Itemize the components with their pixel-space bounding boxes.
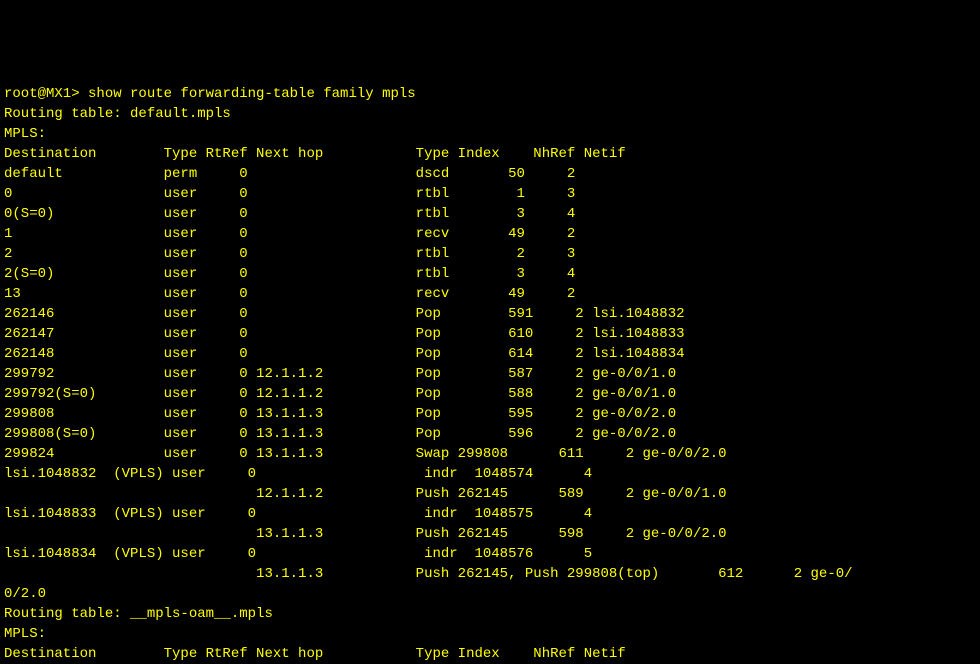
- row: 2 user 0 rtbl 2 3: [4, 246, 575, 262]
- proto-1: MPLS:: [4, 126, 46, 142]
- proto-2: MPLS:: [4, 626, 46, 642]
- row: 299792 user 0 12.1.1.2 Pop 587 2 ge-0/0/…: [4, 366, 676, 382]
- row: 2(S=0) user 0 rtbl 3 4: [4, 266, 575, 282]
- header-2: Destination Type RtRef Next hop Type Ind…: [4, 646, 626, 662]
- row: 1 user 0 recv 49 2: [4, 226, 575, 242]
- shell-prompt: root@MX1>: [4, 86, 88, 102]
- row: 13.1.1.3 Push 262145 598 2 ge-0/0/2.0: [4, 526, 727, 542]
- row: lsi.1048832 (VPLS) user 0 indr 1048574 4: [4, 466, 592, 482]
- row: 12.1.1.2 Push 262145 589 2 ge-0/0/1.0: [4, 486, 727, 502]
- routing-table-2: Routing table: __mpls-oam__.mpls: [4, 606, 273, 622]
- row: 299808 user 0 13.1.1.3 Pop 595 2 ge-0/0/…: [4, 406, 676, 422]
- row: 13.1.1.3 Push 262145, Push 299808(top) 6…: [4, 566, 853, 582]
- row: 0 user 0 rtbl 1 3: [4, 186, 575, 202]
- header-1: Destination Type RtRef Next hop Type Ind…: [4, 146, 626, 162]
- row: 262146 user 0 Pop 591 2 lsi.1048832: [4, 306, 685, 322]
- routing-table-1: Routing table: default.mpls: [4, 106, 231, 122]
- row: 299824 user 0 13.1.1.3 Swap 299808 611 2…: [4, 446, 727, 462]
- row: 299808(S=0) user 0 13.1.1.3 Pop 596 2 ge…: [4, 426, 676, 442]
- terminal-output: root@MX1> show route forwarding-table fa…: [4, 86, 853, 662]
- row: 0(S=0) user 0 rtbl 3 4: [4, 206, 575, 222]
- row: lsi.1048834 (VPLS) user 0 indr 1048576 5: [4, 546, 592, 562]
- row: 0/2.0: [4, 586, 46, 602]
- row: 262148 user 0 Pop 614 2 lsi.1048834: [4, 346, 685, 362]
- row: 262147 user 0 Pop 610 2 lsi.1048833: [4, 326, 685, 342]
- row: 299792(S=0) user 0 12.1.1.2 Pop 588 2 ge…: [4, 386, 676, 402]
- command-text: show route forwarding-table family mpls: [88, 86, 416, 102]
- row: lsi.1048833 (VPLS) user 0 indr 1048575 4: [4, 506, 592, 522]
- row: 13 user 0 recv 49 2: [4, 286, 575, 302]
- row: default perm 0 dscd 50 2: [4, 166, 575, 182]
